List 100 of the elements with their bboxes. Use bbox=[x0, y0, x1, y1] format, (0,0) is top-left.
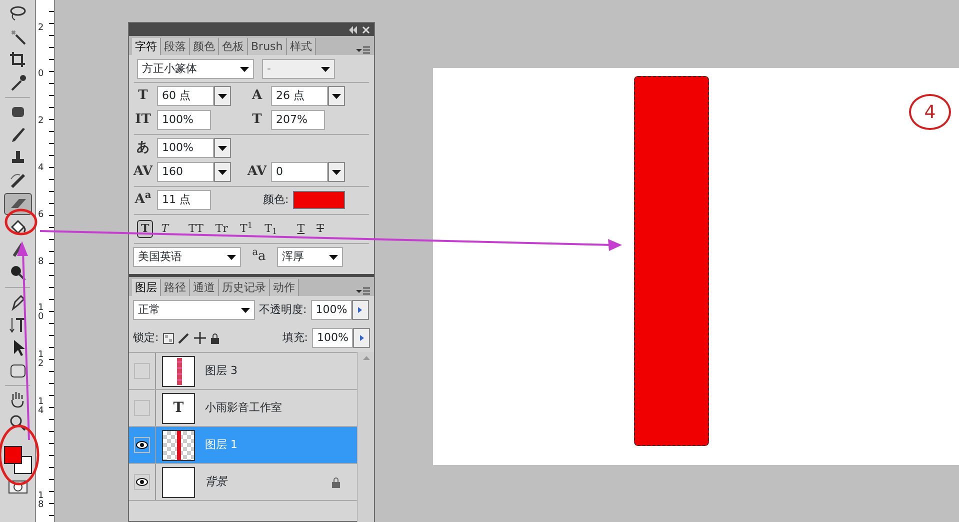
dropdown-arrow-icon bbox=[332, 170, 341, 174]
slider-button[interactable] bbox=[353, 328, 370, 348]
panel-tab[interactable]: 段落 bbox=[161, 38, 190, 55]
dropdown-arrow-icon bbox=[218, 146, 227, 150]
dropdown-arrow-icon bbox=[321, 66, 330, 72]
ruler-number: 0 bbox=[38, 70, 45, 79]
dropdown-arrow-icon bbox=[218, 94, 227, 98]
text-style-toggle[interactable]: T$^{1}$ bbox=[236, 220, 257, 238]
panel-menu-icon[interactable] bbox=[356, 45, 370, 55]
text-setting-icon: A bbox=[247, 86, 267, 106]
text-setting-icon: AV bbox=[133, 162, 153, 182]
panel-tab[interactable]: 样式 bbox=[286, 38, 316, 55]
ruler-number: 14 bbox=[38, 398, 45, 416]
dropdown-arrow-icon bbox=[227, 254, 236, 260]
text-setting-icon: あ bbox=[133, 138, 153, 158]
opacity-field[interactable]: 100% bbox=[310, 300, 352, 320]
color-label: 颜色: bbox=[263, 192, 289, 208]
panel-menu-icon[interactable] bbox=[356, 286, 370, 296]
ruler-number: 12 bbox=[38, 351, 45, 369]
lock-transparency-icon[interactable] bbox=[162, 332, 174, 344]
text-setting-field[interactable]: 60 点 bbox=[157, 86, 214, 106]
text-setting-field[interactable]: 26 点 bbox=[271, 86, 328, 106]
dropdown-arrow-icon bbox=[329, 254, 338, 260]
anti-alias-dropdown[interactable]: 浑厚 bbox=[277, 247, 343, 267]
dropdown-arrow-icon bbox=[240, 66, 249, 72]
panel-tab[interactable]: 动作 bbox=[270, 279, 299, 296]
opacity-label: 不透明度: bbox=[259, 302, 307, 318]
text-style-toggle[interactable]: TT bbox=[184, 220, 208, 238]
text-setting-field[interactable]: 100% bbox=[157, 138, 214, 158]
layer-name[interactable]: 小雨影音工作室 bbox=[205, 400, 282, 416]
eraser-icon[interactable] bbox=[4, 193, 32, 215]
layer-name[interactable]: 图层 3 bbox=[205, 362, 238, 380]
dropdown-button[interactable] bbox=[328, 86, 345, 106]
text-style-toggle[interactable]: T bbox=[293, 220, 309, 238]
slider-button[interactable] bbox=[352, 300, 369, 320]
visibility-toggle[interactable] bbox=[134, 437, 150, 453]
layer-name[interactable]: 背景 bbox=[205, 474, 227, 490]
text-setting-icon: AV bbox=[247, 162, 267, 182]
text-style-toggle[interactable]: T bbox=[312, 220, 328, 238]
step-number: 4 bbox=[909, 94, 951, 130]
visibility-toggle[interactable] bbox=[134, 400, 150, 416]
panel-tab[interactable]: 颜色 bbox=[190, 38, 219, 55]
text-setting-field[interactable]: 160 bbox=[157, 162, 214, 182]
panel-tab[interactable]: Brush bbox=[248, 38, 287, 55]
text-style-toggle[interactable]: Tr bbox=[211, 220, 232, 238]
text-layer-icon: T bbox=[173, 398, 184, 418]
panel-tab[interactable]: 字符 bbox=[132, 38, 161, 55]
fill-field[interactable]: 100% bbox=[312, 328, 353, 348]
ruler-number: 2 bbox=[38, 24, 45, 33]
triangle-icon bbox=[360, 335, 364, 341]
text-setting-icon: A$^{a}$ bbox=[133, 190, 153, 210]
panel-tab[interactable]: 历史记录 bbox=[219, 279, 270, 296]
text-setting-icon: IT bbox=[133, 110, 153, 130]
lock-brush-icon[interactable] bbox=[178, 332, 190, 344]
layer-thumbnail bbox=[162, 430, 195, 460]
lock-move-icon[interactable] bbox=[194, 332, 206, 344]
blend-mode-dropdown[interactable]: 正常 bbox=[133, 300, 255, 320]
color-swatches[interactable] bbox=[4, 446, 32, 474]
dropdown-arrow-icon bbox=[332, 94, 341, 98]
scrollbar[interactable] bbox=[357, 352, 374, 522]
text-style-toggle[interactable]: T bbox=[157, 220, 173, 238]
ruler-number: 8 bbox=[38, 258, 45, 267]
font-family-dropdown[interactable]: 方正小篆体 bbox=[137, 59, 254, 79]
dropdown-arrow-icon bbox=[218, 170, 227, 174]
ruler-number: 18 bbox=[38, 492, 45, 510]
panel-tab[interactable]: 图层 bbox=[132, 279, 161, 296]
lock-icon[interactable] bbox=[210, 332, 220, 344]
dropdown-button[interactable] bbox=[214, 86, 231, 106]
ruler-number: 10 bbox=[38, 304, 45, 322]
text-setting-field[interactable]: 0 bbox=[271, 162, 328, 182]
text-setting-icon: T bbox=[247, 110, 267, 130]
ruler-number: 6 bbox=[38, 211, 45, 220]
layer-row[interactable]: 图层 3 bbox=[129, 353, 357, 390]
visibility-toggle[interactable] bbox=[134, 474, 150, 490]
dropdown-button[interactable] bbox=[214, 162, 231, 182]
ruler-number: 4 bbox=[38, 164, 45, 173]
panel-tab[interactable]: 路径 bbox=[161, 279, 190, 296]
layer-thumbnail bbox=[162, 466, 195, 498]
collapse-icon[interactable] bbox=[348, 26, 358, 34]
close-icon[interactable] bbox=[362, 26, 370, 34]
text-setting-field[interactable]: 207% bbox=[271, 110, 325, 130]
layer-thumbnail bbox=[162, 356, 195, 386]
visibility-toggle[interactable] bbox=[134, 363, 150, 379]
triangle-icon bbox=[358, 307, 362, 313]
dropdown-arrow-icon bbox=[241, 308, 250, 312]
dropdown-button[interactable] bbox=[214, 138, 231, 158]
language-dropdown[interactable]: 美国英语 bbox=[133, 247, 241, 267]
fill-label: 填充: bbox=[282, 330, 308, 346]
panel-tab[interactable]: 色板 bbox=[219, 38, 248, 55]
anti-alias-icon: $^{a}$a bbox=[249, 247, 269, 267]
color-swatch[interactable] bbox=[292, 191, 345, 209]
text-setting-icon: T bbox=[133, 86, 153, 106]
text-style-toggle[interactable]: T$_{1}$ bbox=[260, 220, 282, 238]
lock-label: 锁定: bbox=[133, 330, 159, 346]
text-setting-field[interactable]: 11 点 bbox=[157, 190, 211, 210]
text-setting-field[interactable]: 100% bbox=[157, 110, 211, 130]
panel-tab[interactable]: 通道 bbox=[190, 279, 219, 296]
layer-row[interactable]: 背景 bbox=[129, 464, 357, 501]
dropdown-button[interactable] bbox=[328, 162, 345, 182]
ruler-number: 2 bbox=[38, 117, 45, 126]
